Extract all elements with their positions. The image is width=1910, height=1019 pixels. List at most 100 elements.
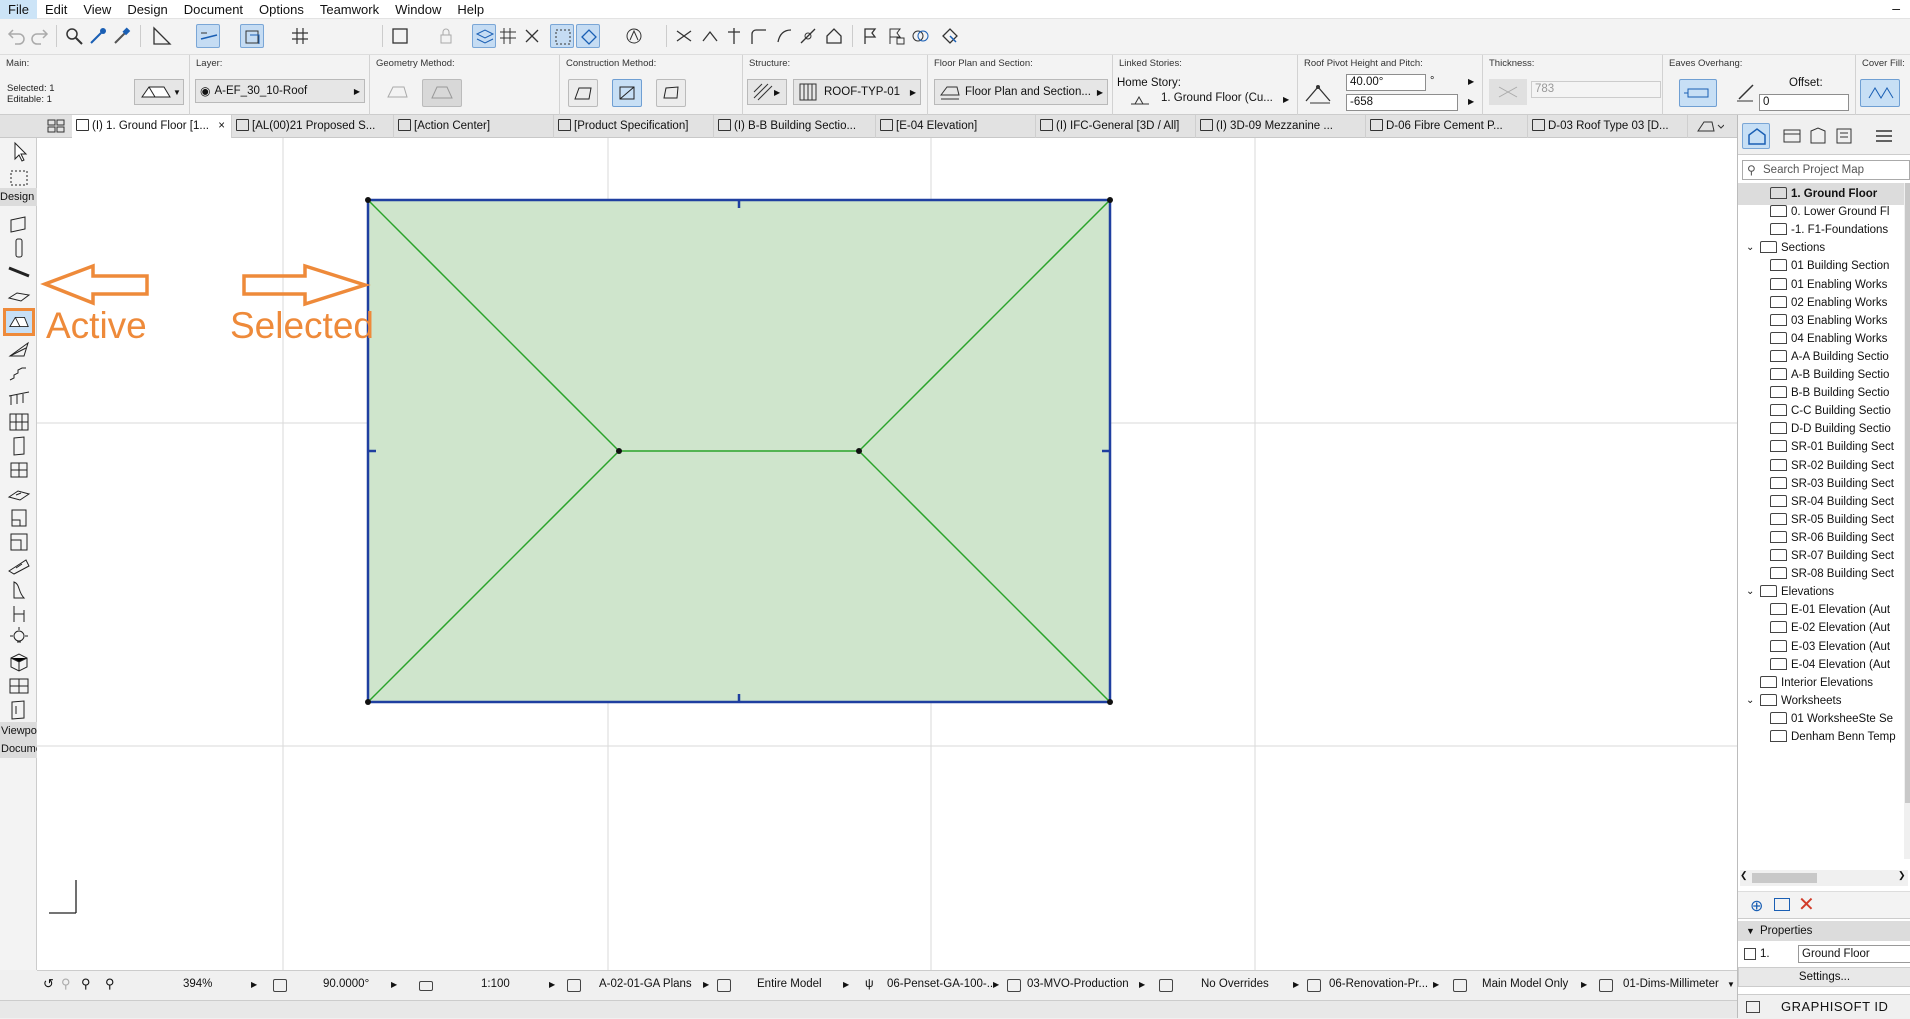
measure-icon[interactable] bbox=[150, 24, 174, 48]
menu-document[interactable]: Document bbox=[176, 0, 251, 19]
model-view-icon[interactable] bbox=[717, 979, 731, 992]
fit-window-icon[interactable]: ⚲ bbox=[105, 976, 115, 992]
tab-ground-floor[interactable]: (I) 1. Ground Floor [1... × bbox=[72, 115, 232, 138]
scissors-icon[interactable] bbox=[672, 24, 696, 48]
tab-close-icon[interactable]: × bbox=[218, 115, 225, 138]
menu-help[interactable]: Help bbox=[449, 0, 492, 19]
menu-design[interactable]: Design bbox=[119, 0, 175, 19]
graphisoft-id-bar[interactable]: GRAPHISOFT ID bbox=[1738, 994, 1910, 1018]
renovation-icon[interactable] bbox=[622, 24, 646, 48]
layer-combo-icon[interactable] bbox=[567, 979, 581, 992]
tab-overview-icon[interactable] bbox=[47, 119, 65, 133]
redo-icon[interactable] bbox=[28, 24, 52, 48]
tree-item[interactable]: Denham Benn Temp bbox=[1738, 726, 1904, 748]
roof-element[interactable] bbox=[365, 197, 1113, 705]
viewpoint-header[interactable]: Viewpoi bbox=[0, 722, 37, 740]
renovation-filter-icon[interactable] bbox=[1307, 979, 1321, 992]
angle-value[interactable]: 90.0000° bbox=[323, 978, 369, 990]
document-header[interactable]: Docume bbox=[0, 740, 37, 758]
layer-dropdown[interactable]: ◉ A-EF_30_10-Roof ▶ bbox=[195, 79, 365, 103]
snap-guide-icon[interactable] bbox=[196, 24, 220, 48]
beam-tool-icon[interactable] bbox=[6, 260, 32, 284]
menu-view[interactable]: View bbox=[75, 0, 119, 19]
mvo-value[interactable]: 03-MVO-Production bbox=[1027, 978, 1129, 990]
railing-tool-icon[interactable] bbox=[6, 386, 32, 410]
pivot-height-input[interactable]: -658 bbox=[1346, 94, 1458, 111]
suspend-groups-icon[interactable] bbox=[240, 24, 264, 48]
tab-d06-fibre[interactable]: D-06 Fibre Cement P... bbox=[1366, 115, 1528, 138]
slab-tool-icon[interactable] bbox=[6, 284, 32, 308]
menu-window[interactable]: Window bbox=[387, 0, 449, 19]
cross-icon[interactable] bbox=[520, 24, 544, 48]
corner-window-tool-icon[interactable] bbox=[6, 530, 32, 554]
wall-tool-icon[interactable] bbox=[6, 212, 32, 236]
flag-icon[interactable] bbox=[858, 24, 882, 48]
tab-e04-elevation[interactable]: [E-04 Elevation] bbox=[876, 115, 1036, 138]
bimx-icon[interactable] bbox=[938, 24, 962, 48]
adjust-icon[interactable] bbox=[698, 24, 722, 48]
wall-end-tool-icon[interactable] bbox=[6, 506, 32, 530]
arrow-tool-icon[interactable] bbox=[6, 140, 32, 164]
plan-drawing[interactable]: •●• bbox=[37, 138, 1737, 970]
overrides-value[interactable]: No Overrides bbox=[1201, 978, 1269, 990]
issue-icon[interactable] bbox=[884, 24, 908, 48]
cover-fill-button[interactable] bbox=[1860, 79, 1900, 107]
eyedropper-icon[interactable] bbox=[86, 24, 110, 48]
tab-proposed[interactable]: [AL(00)21 Proposed S... bbox=[232, 115, 394, 138]
model-only-icon[interactable] bbox=[1453, 979, 1467, 992]
construction-rectangle-button[interactable] bbox=[568, 79, 598, 107]
delete-icon[interactable]: ✕ bbox=[1798, 894, 1815, 916]
menu-teamwork[interactable]: Teamwork bbox=[312, 0, 387, 19]
trace-icon[interactable] bbox=[388, 24, 412, 48]
scale-icon[interactable] bbox=[419, 981, 433, 991]
mesh-tool-icon[interactable] bbox=[6, 578, 32, 602]
split-icon[interactable] bbox=[722, 24, 746, 48]
property-name-field[interactable]: Ground Floor bbox=[1798, 945, 1910, 963]
new-view-icon[interactable]: ⊕ bbox=[1750, 896, 1763, 916]
mvo-icon[interactable] bbox=[1007, 979, 1021, 992]
project-map-icon[interactable] bbox=[1742, 123, 1770, 149]
undo-icon[interactable] bbox=[4, 24, 28, 48]
skylight-tool-icon[interactable] bbox=[6, 482, 32, 506]
object-tool-icon[interactable] bbox=[6, 602, 32, 626]
opening-tool-icon[interactable] bbox=[6, 698, 32, 722]
view-settings-icon[interactable] bbox=[1774, 898, 1790, 911]
overrides-icon[interactable] bbox=[1159, 979, 1173, 992]
stair-tool-icon[interactable] bbox=[6, 362, 32, 386]
curved-edge-icon[interactable] bbox=[796, 24, 820, 48]
settings-button[interactable]: Settings... bbox=[1738, 967, 1910, 987]
layer-combo-value[interactable]: A-02-01-GA Plans bbox=[599, 978, 692, 990]
search-project-map-input[interactable]: ⚲ Search Project Map bbox=[1742, 160, 1910, 180]
lock-icon[interactable] bbox=[434, 24, 458, 48]
thickness-input[interactable]: 783 bbox=[1531, 81, 1661, 98]
zoom-in-icon[interactable]: ⚲ bbox=[81, 976, 91, 992]
layer-icon[interactable] bbox=[472, 24, 496, 48]
geometry-single-plane-button[interactable] bbox=[422, 79, 462, 107]
tab-3d-mezzanine[interactable]: (I) 3D-09 Mezzanine ... bbox=[1196, 115, 1366, 138]
minimize-button[interactable]: – bbox=[1892, 0, 1900, 16]
structure-dropdown[interactable]: ROOF-TYP-01 ▶ bbox=[793, 79, 921, 105]
scale-value[interactable]: 1:100 bbox=[481, 978, 510, 990]
pen-icon[interactable] bbox=[1733, 79, 1761, 105]
window-tool-icon[interactable] bbox=[6, 458, 32, 482]
properties-header[interactable]: ▼ Properties bbox=[1738, 921, 1910, 941]
home-story-value[interactable]: 1. Ground Floor (Cu... bbox=[1161, 92, 1281, 104]
morph-tool-icon[interactable] bbox=[6, 650, 32, 674]
pen-set-icon[interactable]: ψ bbox=[865, 976, 874, 990]
construction-diagonal-button[interactable] bbox=[612, 79, 642, 107]
rotate-icon[interactable] bbox=[273, 979, 287, 992]
tab-ifc-general[interactable]: (I) IFC-General [3D / All] bbox=[1036, 115, 1196, 138]
eaves-button[interactable] bbox=[1679, 79, 1717, 107]
scroll-right-icon[interactable]: ❯ bbox=[1898, 870, 1906, 881]
construction-rotated-button[interactable] bbox=[656, 79, 686, 107]
find-select-icon[interactable] bbox=[62, 24, 86, 48]
tab-bb-section[interactable]: (I) B-B Building Sectio... bbox=[714, 115, 876, 138]
tab-action-center[interactable]: [Action Center] bbox=[394, 115, 554, 138]
zoom-redo-icon[interactable]: ⚲ bbox=[61, 976, 71, 992]
bim-link-icon[interactable] bbox=[908, 24, 932, 48]
structure-type-button[interactable]: ▶ bbox=[747, 79, 787, 105]
door-tool-icon[interactable] bbox=[6, 434, 32, 458]
offset-icon[interactable] bbox=[772, 24, 796, 48]
zoom-value[interactable]: 394% bbox=[183, 978, 212, 990]
tab-product-specification[interactable]: [Product Specification] bbox=[554, 115, 714, 138]
